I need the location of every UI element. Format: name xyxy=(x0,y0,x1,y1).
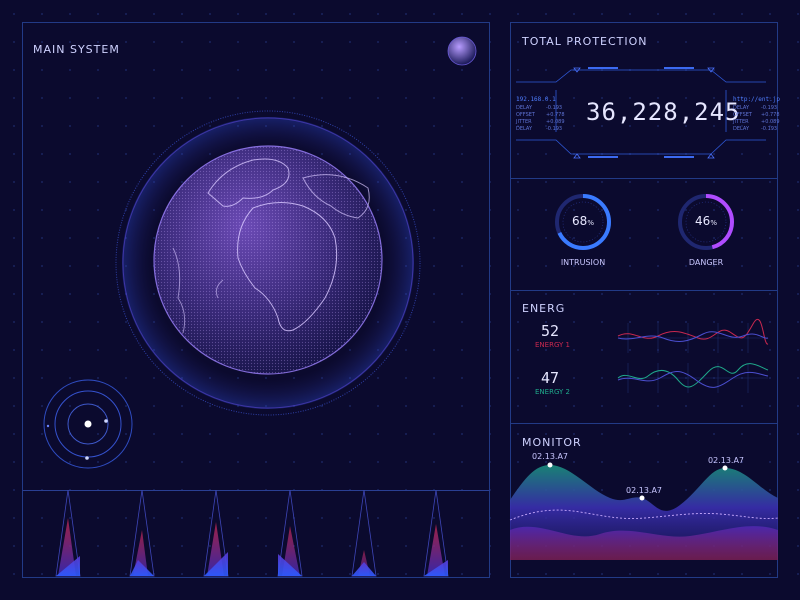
monitor-tag-2: 02.13.A7 xyxy=(626,486,663,495)
left-ip: 192.168.0.1 xyxy=(516,96,556,103)
total-protection-title: TOTAL PROTECTION xyxy=(522,35,648,48)
energy-2-waveform xyxy=(617,363,769,393)
gauge-danger-label: DANGER xyxy=(688,258,724,267)
gauge-danger-value: 46% xyxy=(695,214,717,228)
spike-3 xyxy=(203,489,229,577)
energy-1-waveform xyxy=(617,318,769,353)
spike-4 xyxy=(277,489,303,577)
divider xyxy=(510,178,778,179)
globe-visualization[interactable] xyxy=(103,98,433,428)
monitor-tag-1: 02.13.A7 xyxy=(532,452,569,461)
monitor-point-1 xyxy=(547,462,553,468)
energy-2-label: ENERGY 2 xyxy=(535,388,570,396)
spike-1 xyxy=(55,489,81,577)
spike-6 xyxy=(423,489,449,577)
spike-2 xyxy=(129,489,155,577)
energy-title: ENERG xyxy=(522,302,566,315)
monitor-area-chart[interactable] xyxy=(509,450,779,560)
moon-icon[interactable] xyxy=(447,36,477,66)
monitor-title: MONITOR xyxy=(522,436,582,449)
energy-1-value: 52 xyxy=(541,322,560,340)
energy-2-value: 47 xyxy=(541,369,560,387)
spike-5 xyxy=(351,489,377,577)
divider xyxy=(510,423,778,424)
gauge-intrusion-value: 68% xyxy=(572,214,594,228)
gauge-intrusion-label: INTRUSION xyxy=(560,258,606,267)
bottom-spike-chart xyxy=(55,489,449,577)
orbit-widget[interactable] xyxy=(40,374,140,474)
main-system-title: MAIN SYSTEM xyxy=(33,43,120,56)
energy-1-label: ENERGY 1 xyxy=(535,341,570,349)
monitor-tag-3: 02.13.A7 xyxy=(708,456,745,465)
monitor-point-2 xyxy=(639,495,645,501)
divider xyxy=(510,290,778,291)
monitor-point-3 xyxy=(722,465,728,471)
total-protection-value: 36,228,245 xyxy=(586,98,741,126)
right-host: http://ent.jp xyxy=(733,96,780,103)
